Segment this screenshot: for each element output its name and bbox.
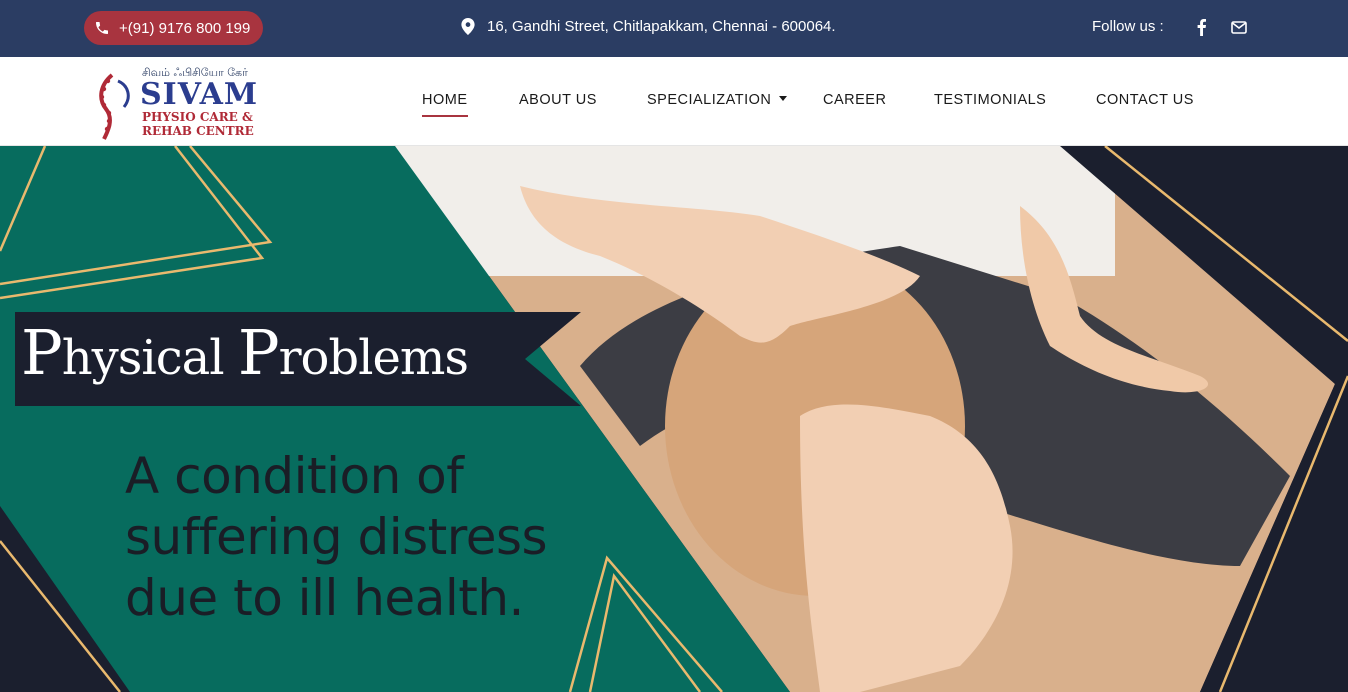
spine-logo-icon [99,73,130,140]
nav-testimonials[interactable]: TESTIMONIALS [934,92,1046,108]
follow-label: Follow us : [1092,18,1164,35]
nav-career[interactable]: CAREER [823,92,886,108]
phone-button[interactable]: +(91) 9176 800 199 [84,11,263,45]
logo-subtitle-1: PHYSIO CARE & [142,110,253,124]
hero-tagline: A condition of suffering distress due to… [125,447,548,627]
hero-title-word-1: hysical [61,330,238,386]
nav-home[interactable]: HOME [422,92,468,117]
phone-number: +(91) 9176 800 199 [119,19,251,37]
hero-title-initial-2: P [237,316,280,389]
logo-subtitle-2: REHAB CENTRE [142,124,254,138]
phone-icon [96,22,108,34]
hero-title: Physical Problems [21,316,469,389]
hero-title-word-2: roblems [278,330,469,386]
nav-about-us[interactable]: ABOUT US [519,92,597,108]
address-text: 16, Gandhi Street, Chitlapakkam, Chennai… [487,18,836,35]
nav-contact-us[interactable]: CONTACT US [1096,92,1194,108]
nav-specialization[interactable]: SPECIALIZATION [647,92,788,108]
facebook-icon[interactable] [1193,18,1211,36]
hero-section: Physical Problems A condition of sufferi… [0,146,1348,692]
site-header: சிவம் ஃபிசியோ கேர் SIVAM PHYSIO CARE & R… [0,57,1348,146]
top-bar: +(91) 9176 800 199 16, Gandhi Street, Ch… [0,0,1348,57]
site-logo[interactable]: சிவம் ஃபிசியோ கேர் SIVAM PHYSIO CARE & R… [90,63,270,141]
hero-title-banner: Physical Problems [15,312,583,406]
address: 16, Gandhi Street, Chitlapakkam, Chennai… [461,18,836,35]
email-icon[interactable] [1230,18,1248,36]
hero-title-initial-1: P [21,316,63,389]
nav-specialization-label: SPECIALIZATION [647,92,772,108]
chevron-down-icon [779,95,788,101]
location-pin-icon [461,18,475,35]
logo-name: SIVAM [140,77,259,112]
